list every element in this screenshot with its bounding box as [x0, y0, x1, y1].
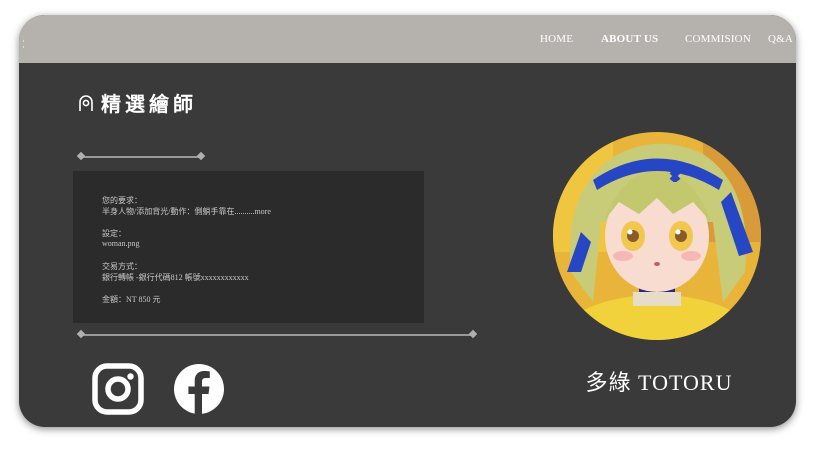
page-title: 精選繪師 — [78, 88, 197, 117]
artist-avatar — [553, 132, 761, 340]
payment-label: 交易方式： — [102, 262, 142, 271]
nav-qa-link[interactable]: Q&A — [768, 33, 793, 45]
divider-top — [76, 151, 206, 161]
instagram-icon — [92, 363, 144, 415]
app-window: · · HOME ABOUT US COMMISION Q&A 精選繪師 您的要求… — [19, 15, 796, 427]
payment-value: 銀行轉帳 -銀行代碼812 帳號xxxxxxxxxxxx — [102, 273, 249, 282]
facebook-link[interactable] — [173, 363, 225, 419]
artist-name: 多綠 TOTORU — [585, 370, 733, 395]
top-nav-bar: · · HOME ABOUT US COMMISION Q&A — [19, 15, 796, 63]
nav-about-us-link[interactable]: ABOUT US — [601, 33, 658, 45]
instagram-link[interactable] — [92, 363, 144, 419]
settings-value: woman.png — [102, 239, 140, 248]
request-label: 您的要求： — [102, 196, 142, 205]
settings-label: 設定： — [102, 229, 126, 238]
request-value: 半身人物/添加背光/動作：側躺手靠在..........more — [102, 207, 271, 216]
nav-home-link[interactable]: HOME — [540, 33, 573, 45]
artist-portrait-image — [553, 132, 761, 340]
divider-bottom — [76, 329, 478, 339]
commission-details-panel: 您的要求： 半身人物/添加背光/動作：側躺手靠在..........more 設… — [73, 171, 424, 323]
amount-text: 金額：NT 850 元 — [102, 295, 161, 304]
map-pin-icon — [79, 94, 93, 111]
main-nav: HOME ABOUT US COMMISION Q&A — [19, 33, 796, 53]
page-title-text: 精選繪師 — [101, 92, 197, 116]
facebook-icon — [174, 364, 224, 415]
nav-commision-link[interactable]: COMMISION — [685, 33, 751, 45]
